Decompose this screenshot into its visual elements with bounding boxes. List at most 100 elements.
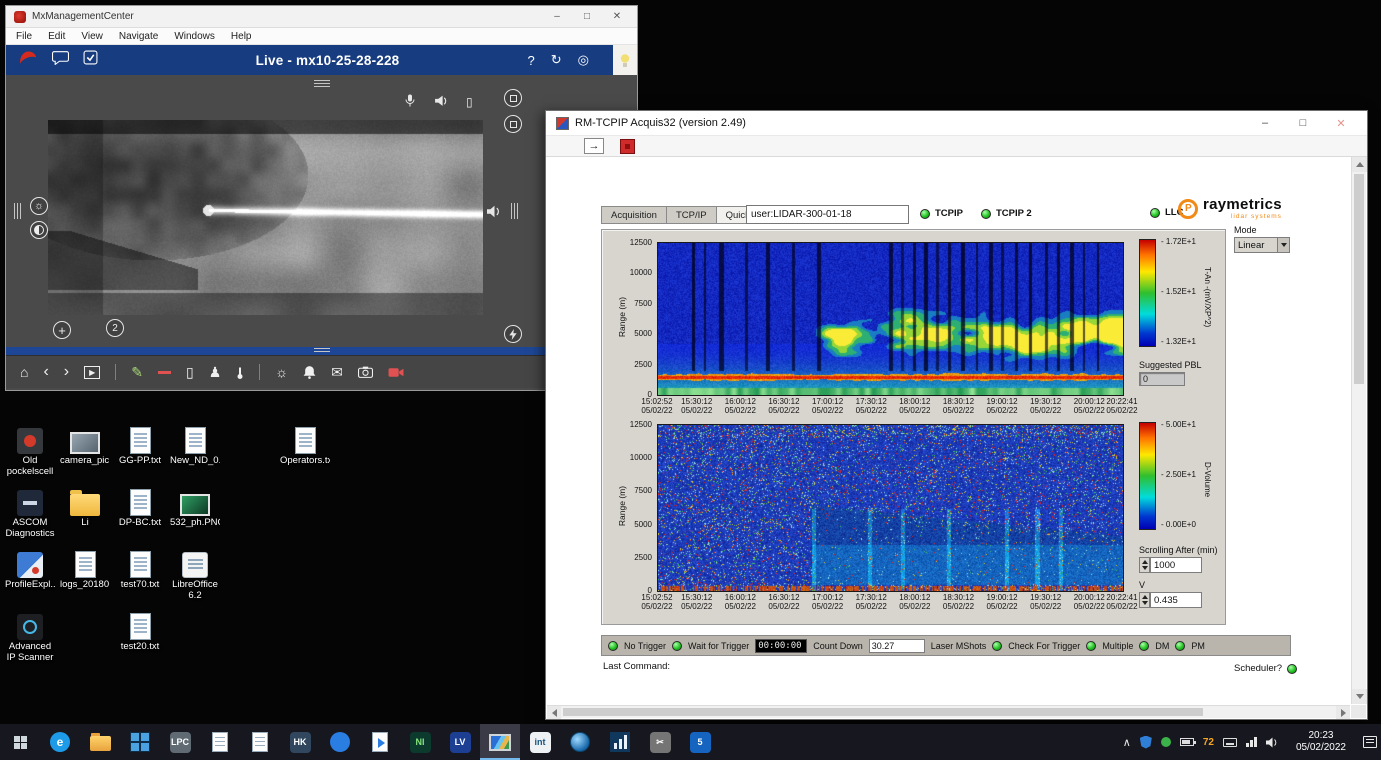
- bell-icon[interactable]: [303, 365, 316, 379]
- flash-button[interactable]: [504, 325, 522, 343]
- audio-icon[interactable]: [434, 94, 448, 110]
- photo-camera-icon[interactable]: [358, 366, 373, 378]
- pen-icon[interactable]: ✎: [131, 364, 143, 381]
- horizontal-scrollbar[interactable]: [547, 705, 1350, 718]
- volume-icon[interactable]: [1266, 737, 1279, 748]
- desktop-icon-ascom-diagnostics[interactable]: ASCOM Diagnostics: [5, 484, 55, 540]
- desktop-icon-532-ph-png[interactable]: 532_ph.PNG: [170, 484, 220, 529]
- desktop-icon-new-nd-0[interactable]: New_ND_0...: [170, 422, 220, 467]
- desktop-icon-libreoffice-6-2[interactable]: LibreOffice 6.2: [170, 546, 220, 602]
- abort-button[interactable]: [620, 139, 635, 154]
- scroll-down-button[interactable]: [1352, 689, 1367, 704]
- brightness-button[interactable]: [30, 197, 48, 215]
- taskbar-item-notepad[interactable]: [240, 724, 280, 760]
- desktop-icon-operators-txt[interactable]: Operators.txt: [280, 422, 330, 467]
- bulb-icon[interactable]: [613, 45, 637, 75]
- grip-handle[interactable]: [314, 348, 330, 354]
- menu-view[interactable]: View: [81, 31, 103, 42]
- tray-expand-chevron-icon[interactable]: ∧: [1123, 736, 1131, 749]
- chevron-down-icon[interactable]: [1277, 238, 1289, 252]
- taskbar-item-stats-app[interactable]: [600, 724, 640, 760]
- taskbar-item-rm-acquis[interactable]: [480, 724, 520, 760]
- count-down-field[interactable]: [869, 639, 925, 653]
- taskbar-item-snip-app[interactable]: ✂: [640, 724, 680, 760]
- person-icon[interactable]: ♟: [209, 364, 222, 381]
- scrollbar-track[interactable]: [1352, 172, 1366, 689]
- home-icon[interactable]: ⌂: [20, 364, 28, 380]
- desktop-icon-logs-20180[interactable]: logs_20180...: [60, 546, 110, 591]
- zoom-in-button[interactable]: [53, 321, 71, 339]
- menu-help[interactable]: Help: [231, 31, 252, 42]
- scrollbar-track[interactable]: [561, 706, 1336, 718]
- speaker-icon[interactable]: [487, 205, 502, 223]
- action-center-icon[interactable]: [1363, 736, 1377, 748]
- desktop-icon-old-pockelscell-c[interactable]: Old pockelscell c...: [5, 422, 55, 479]
- temperature-badge[interactable]: 72: [1203, 737, 1214, 748]
- mode-dropdown[interactable]: Linear: [1234, 237, 1290, 253]
- chat-bubble-icon[interactable]: [52, 50, 69, 70]
- task-check-icon[interactable]: [83, 50, 98, 70]
- vertical-scrollbar[interactable]: [1351, 157, 1366, 704]
- grip-handle[interactable]: [314, 80, 330, 87]
- user-field[interactable]: [746, 205, 909, 224]
- menu-navigate[interactable]: Navigate: [119, 31, 158, 42]
- scroll-right-button[interactable]: [1336, 706, 1350, 719]
- scroll-left-button[interactable]: [547, 706, 561, 719]
- minimize-button[interactable]: –: [545, 11, 569, 22]
- mx-titlebar[interactable]: MxManagementCenter – □ ✕: [6, 6, 637, 28]
- video-camera-icon[interactable]: [388, 367, 404, 378]
- close-button[interactable]: ✕: [1325, 117, 1357, 130]
- desktop-icon-li[interactable]: Li: [60, 484, 110, 529]
- scrollbar-thumb[interactable]: [563, 708, 1203, 716]
- contrast-button[interactable]: [30, 221, 48, 239]
- v-input[interactable]: [1150, 592, 1202, 608]
- battery-icon[interactable]: [1180, 738, 1194, 746]
- run-button[interactable]: →: [584, 138, 604, 154]
- clone-view-button[interactable]: [504, 115, 522, 133]
- lamp-icon[interactable]: ☼: [275, 364, 288, 380]
- suggested-pbl-value[interactable]: [1139, 372, 1185, 386]
- eraser-line-icon[interactable]: [158, 371, 171, 374]
- maximize-button[interactable]: □: [1287, 117, 1319, 129]
- playback-icon[interactable]: ▶: [84, 366, 100, 379]
- taskbar-item-ni-app[interactable]: NI: [400, 724, 440, 760]
- duplicate-view-button[interactable]: [504, 89, 522, 107]
- taskbar-item-globe-app[interactable]: [560, 724, 600, 760]
- taskbar-item-browser[interactable]: [320, 724, 360, 760]
- scroll-up-button[interactable]: [1352, 157, 1367, 172]
- menu-edit[interactable]: Edit: [48, 31, 65, 42]
- desktop-icon-camera-pic[interactable]: camera_pic...: [60, 422, 110, 467]
- taskbar-item-lpc-app[interactable]: LPC: [160, 724, 200, 760]
- desktop-icon-advanced-ip-scanner[interactable]: Advanced IP Scanner: [5, 608, 55, 664]
- tab-tcp-ip[interactable]: TCP/IP: [666, 206, 716, 224]
- spinner[interactable]: [1139, 557, 1150, 573]
- network-icon[interactable]: [1246, 737, 1257, 747]
- desktop-icon-gg-pp-txt[interactable]: GG-PP.txt: [115, 422, 165, 467]
- tab-acquisition[interactable]: Acquisition: [601, 206, 666, 224]
- desktop-icon-test70-txt[interactable]: test70.txt: [115, 546, 165, 591]
- reload-icon[interactable]: ↻: [551, 52, 562, 68]
- door-icon[interactable]: ▯: [466, 95, 473, 109]
- scrolling-after-input[interactable]: [1150, 557, 1202, 573]
- status-green-icon[interactable]: [1161, 737, 1171, 747]
- help-icon[interactable]: ?: [528, 53, 535, 68]
- wait-time-field[interactable]: [755, 639, 807, 653]
- taskbar-item-documents[interactable]: [200, 724, 240, 760]
- mail-icon[interactable]: ✉: [331, 364, 343, 381]
- menu-file[interactable]: File: [16, 31, 32, 42]
- taskbar-item-labview[interactable]: LV: [440, 724, 480, 760]
- defender-shield-icon[interactable]: [1140, 736, 1152, 749]
- menu-windows[interactable]: Windows: [174, 31, 215, 42]
- rm-titlebar[interactable]: RM-TCPIP Acquis32 (version 2.49) – □ ✕: [546, 111, 1367, 135]
- maximize-button[interactable]: □: [575, 11, 599, 22]
- taskbar-item-int-app[interactable]: int: [520, 724, 560, 760]
- desktop-icon-dp-bc-txt[interactable]: DP-BC.txt: [115, 484, 165, 529]
- taskbar-item-five-app[interactable]: 5: [680, 724, 720, 760]
- scrollbar-thumb[interactable]: [1354, 174, 1364, 384]
- camera-live-view[interactable]: [48, 120, 483, 315]
- back-icon[interactable]: ‹: [43, 363, 48, 381]
- grip-handle[interactable]: [511, 203, 518, 219]
- spinner[interactable]: [1139, 592, 1150, 608]
- settings-icon[interactable]: ◎: [578, 52, 589, 68]
- taskbar-item-edge[interactable]: e: [40, 724, 80, 760]
